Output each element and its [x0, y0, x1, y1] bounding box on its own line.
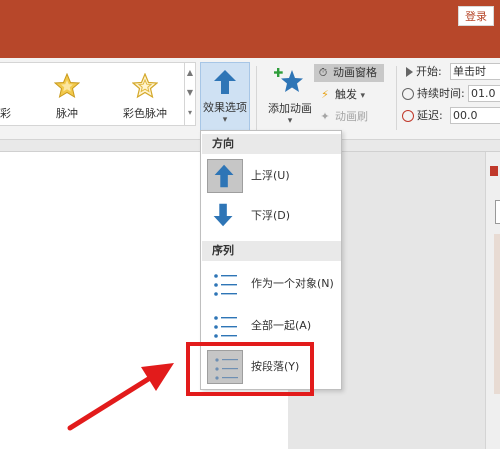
ribbon-divider [396, 66, 397, 130]
menu-item-label: 作为一个对象(N) [251, 277, 334, 290]
panel-strip [494, 234, 500, 394]
right-panel [485, 152, 500, 449]
start-label: 开始: [416, 65, 442, 78]
add-animation-label: 添加动画 [268, 102, 312, 115]
gallery-item-color-pulse[interactable]: 彩色脉冲 [112, 67, 178, 123]
title-bar: 登录 [0, 0, 500, 58]
menu-item-label: 上浮(U) [251, 169, 290, 182]
delay-input[interactable]: 00.0 [450, 107, 500, 124]
all-at-once-icon [214, 316, 237, 338]
login-button[interactable]: 登录 [458, 6, 494, 26]
brush-icon: ✦ [320, 110, 330, 123]
ribbon-divider [256, 66, 257, 130]
duration-label: 持续时间: [417, 87, 465, 100]
menu-item-float-down[interactable]: 下浮(D) [205, 197, 339, 235]
panel-accent [490, 166, 498, 176]
lightning-icon: ⚡ [321, 88, 329, 101]
start-select[interactable]: 单击时 [450, 63, 500, 80]
clock-icon [402, 88, 414, 100]
menu-item-label: 下浮(D) [251, 209, 291, 222]
gallery-more-icon[interactable]: ▾ [185, 103, 195, 123]
gallery-scroll-down-icon[interactable]: ▼ [185, 83, 195, 103]
menu-item-label: 全部一起(A) [251, 319, 312, 332]
chevron-down-icon: ▾ [360, 91, 366, 101]
as-one-object-icon [214, 274, 237, 296]
delay-clock-icon [402, 110, 414, 122]
duration-row: 持续时间: 01.0 [402, 84, 500, 104]
effect-options-label: 效果选项 [203, 101, 247, 114]
animation-pane-button[interactable]: ⏱ 动画窗格 [314, 64, 384, 82]
sequence-section-header: 序列 [202, 241, 341, 261]
gallery-item-pulse[interactable]: 脉冲 [36, 67, 98, 123]
gallery-item-label: 彩 [0, 107, 11, 120]
direction-section-header: 方向 [202, 134, 341, 154]
animations-ribbon: 彩 脉冲 彩色脉冲 ▲ ▼ ▾ 效果选项 ▾ 添加动画 ▾ ⏱ 动画窗格 ⚡ 触… [0, 58, 500, 140]
menu-item-as-one-object[interactable]: 作为一个对象(N) [205, 265, 339, 303]
menu-item-all-at-once[interactable]: 全部一起(A) [205, 307, 339, 345]
menu-icon-box [207, 199, 243, 233]
duration-input[interactable]: 01.0 [468, 85, 500, 102]
menu-icon-box [207, 159, 243, 193]
animation-gallery: 彩 脉冲 彩色脉冲 ▲ ▼ ▾ [0, 62, 196, 126]
chevron-down-icon: ▾ [287, 116, 293, 126]
gallery-scroll-up-icon[interactable]: ▲ [185, 63, 195, 83]
animation-painter-label: 动画刷 [335, 110, 368, 123]
panel-box [495, 200, 500, 224]
animation-pane-icon: ⏱ [318, 66, 328, 79]
delay-row: 延迟: 00.0 [402, 106, 500, 126]
delay-label: 延迟: [417, 109, 443, 122]
chevron-down-icon: ▾ [222, 115, 228, 125]
star-pulse-icon [54, 73, 80, 99]
gallery-item-partial[interactable]: 彩 [0, 67, 14, 123]
arrow-up-icon [214, 70, 236, 94]
play-icon [406, 67, 413, 77]
add-animation-star-icon [274, 68, 303, 92]
gallery-item-label: 彩色脉冲 [123, 107, 167, 120]
add-animation-button[interactable]: 添加动画 ▾ [262, 64, 318, 134]
highlight-box [186, 342, 314, 396]
animation-pane-label: 动画窗格 [333, 66, 377, 79]
gallery-item-label: 脉冲 [56, 107, 78, 120]
effect-options-button[interactable]: 效果选项 ▾ [200, 62, 250, 136]
animation-painter-button[interactable]: ✦ 动画刷 [318, 108, 368, 126]
arrow-down-icon [213, 203, 233, 227]
menu-icon-box [207, 309, 243, 343]
menu-item-float-up[interactable]: 上浮(U) [205, 157, 339, 195]
arrow-up-icon [214, 164, 234, 188]
menu-icon-box [207, 267, 243, 301]
trigger-label: 触发 [335, 88, 357, 101]
trigger-button[interactable]: ⚡ 触发 ▾ [318, 86, 365, 104]
start-row: 开始: 单击时 [402, 62, 500, 82]
gallery-scrollbar[interactable]: ▲ ▼ ▾ [184, 63, 195, 125]
star-color-pulse-icon [132, 73, 158, 99]
